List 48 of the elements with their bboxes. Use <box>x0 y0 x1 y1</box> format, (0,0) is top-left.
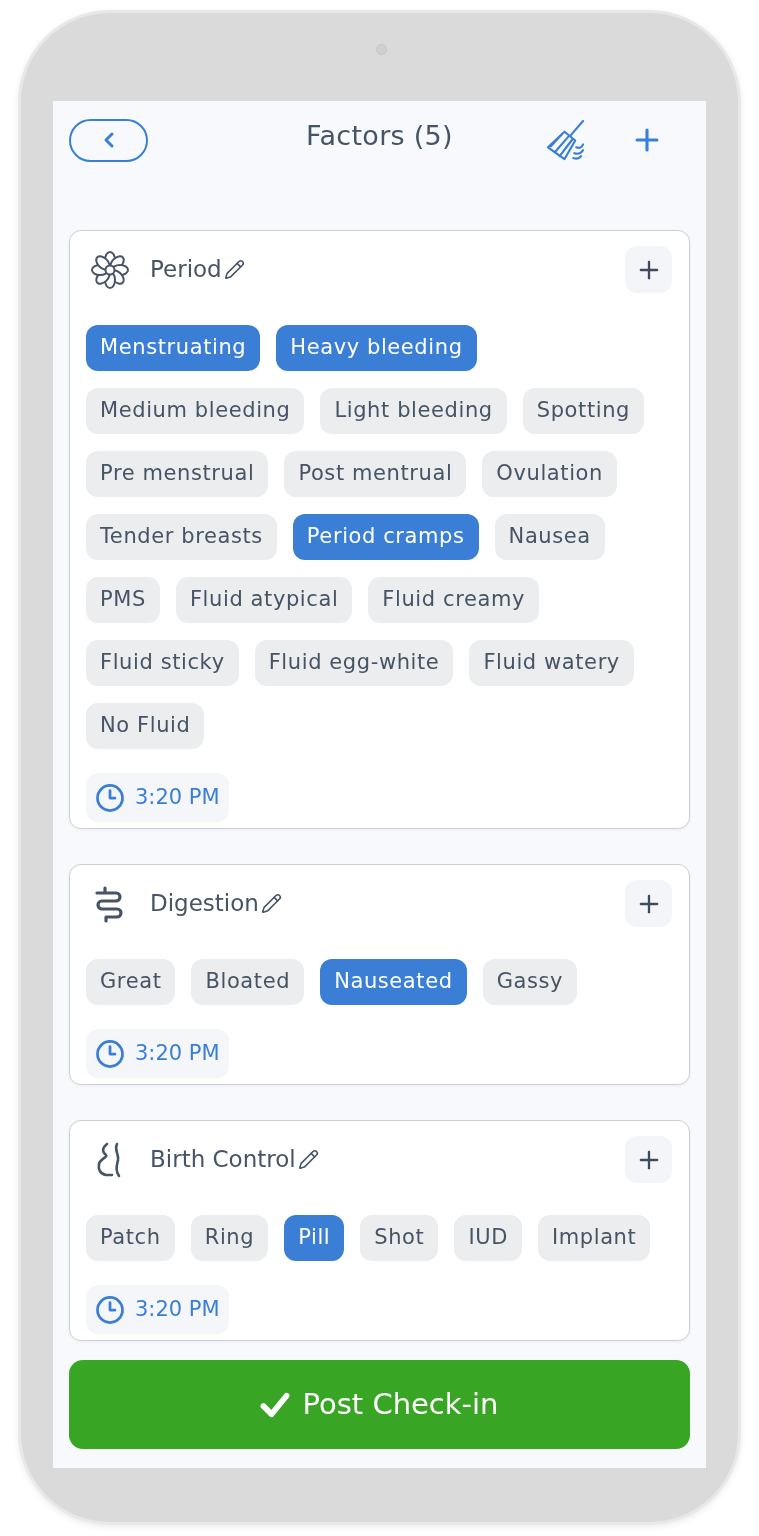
time-button[interactable]: 3:20 PM <box>86 773 229 822</box>
flower-icon <box>90 249 130 290</box>
clock-icon <box>95 782 125 813</box>
option-chip[interactable]: Nausea <box>494 514 605 560</box>
option-chip[interactable]: Pill <box>284 1215 345 1261</box>
page-title: Factors (5) <box>306 119 453 153</box>
option-chip[interactable]: Fluid creamy <box>368 577 539 623</box>
add-button[interactable] <box>625 880 672 927</box>
option-chip[interactable]: Great <box>86 959 176 1005</box>
option-chip[interactable]: Ovulation <box>482 451 617 497</box>
option-chip[interactable]: Medium bleeding <box>86 388 305 434</box>
option-chip[interactable]: Post mentrual <box>284 451 467 497</box>
add-button[interactable] <box>625 246 672 293</box>
option-chip[interactable]: Bloated <box>191 959 305 1005</box>
pencil-icon[interactable] <box>260 893 282 914</box>
option-chip[interactable]: Fluid sticky <box>86 640 239 686</box>
option-chip[interactable]: Ring <box>190 1215 269 1261</box>
option-chip[interactable]: Fluid watery <box>469 640 634 686</box>
option-chip[interactable]: PMS <box>86 577 160 623</box>
section-title: Digestion <box>150 889 259 919</box>
option-chip[interactable]: Menstruating <box>86 325 261 371</box>
option-chip[interactable]: IUD <box>454 1215 522 1261</box>
option-chip[interactable]: Fluid atypical <box>175 577 353 623</box>
option-chip[interactable]: Fluid egg-white <box>254 640 454 686</box>
option-chip[interactable]: Pre menstrual <box>86 451 269 497</box>
section-title: Period <box>150 255 222 285</box>
add-button[interactable] <box>625 1136 672 1183</box>
broom-icon[interactable] <box>546 118 585 162</box>
option-chip[interactable]: Gassy <box>482 959 578 1005</box>
option-chip[interactable]: Heavy bleeding <box>276 325 477 371</box>
option-chip[interactable]: Tender breasts <box>86 514 277 560</box>
option-chip[interactable]: Period cramps <box>292 514 479 560</box>
option-chip[interactable]: Patch <box>86 1215 175 1261</box>
pencil-icon[interactable] <box>297 1149 319 1170</box>
option-chip[interactable]: No Fluid <box>86 703 205 749</box>
time-button[interactable]: 3:20 PM <box>86 1285 229 1334</box>
clock-icon <box>95 1038 125 1069</box>
check-icon <box>260 1391 291 1418</box>
option-chip[interactable]: Nauseated <box>320 959 467 1005</box>
option-chip[interactable]: Light bleeding <box>320 388 507 434</box>
time-button[interactable]: 3:20 PM <box>86 1029 229 1078</box>
pencil-icon[interactable] <box>223 259 245 280</box>
option-chip[interactable]: Shot <box>360 1215 439 1261</box>
section-title: Birth Control <box>150 1145 296 1175</box>
option-chip[interactable]: Implant <box>537 1215 651 1261</box>
back-button[interactable] <box>69 118 148 162</box>
option-chip[interactable]: Spotting <box>522 388 644 434</box>
clock-icon <box>95 1294 125 1325</box>
